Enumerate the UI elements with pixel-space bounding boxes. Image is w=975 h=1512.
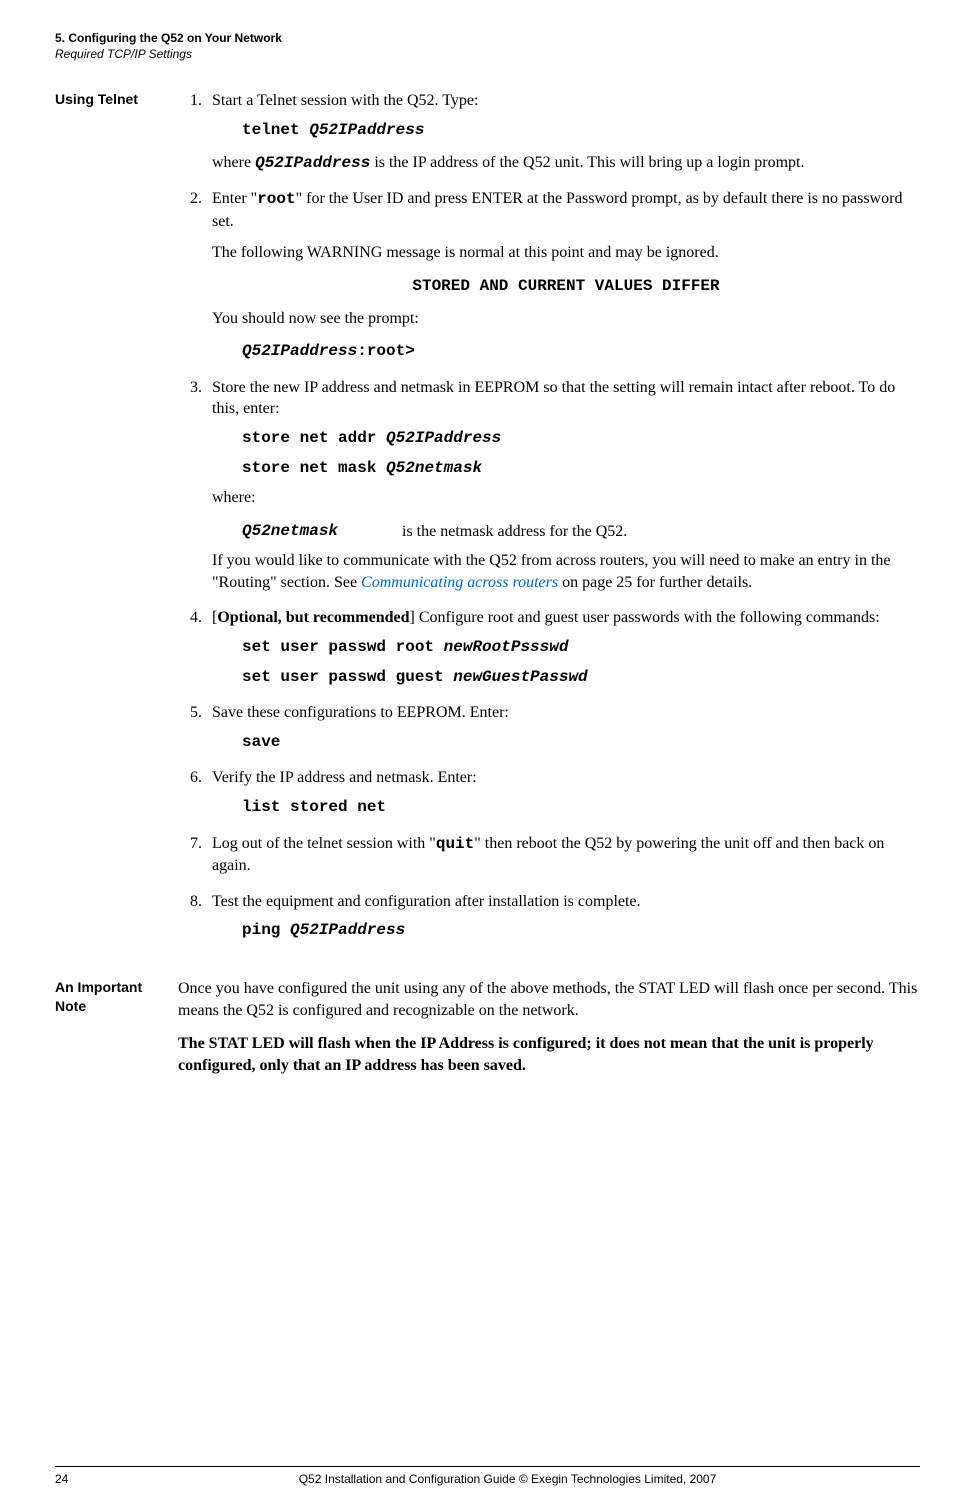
section-using-telnet: Using Telnet Start a Telnet session with… <box>55 90 920 956</box>
step4-cmd1: set user passwd root newRootPssswd <box>242 637 920 659</box>
step-3: Store the new IP address and netmask in … <box>206 377 920 594</box>
footer-text: Q52 Installation and Configuration Guide… <box>95 1471 920 1487</box>
step3-intro: Store the new IP address and netmask in … <box>212 379 895 418</box>
section-important-note: An Important Note Once you have configur… <box>55 978 920 1088</box>
header-title: 5. Configuring the Q52 on Your Network <box>55 30 920 46</box>
t: where <box>212 154 255 171</box>
t: newRootPssswd <box>444 638 569 656</box>
step-6: Verify the IP address and netmask. Enter… <box>206 767 920 818</box>
t: Q52IPaddress <box>290 921 405 939</box>
step3-def: Q52netmask is the netmask address for th… <box>242 521 920 543</box>
step8-cmd: ping Q52IPaddress <box>242 920 920 942</box>
cmd-arg: Q52IPaddress <box>309 121 424 139</box>
cross-reference-link[interactable]: Communicating across routers <box>361 574 558 591</box>
cmd-text: telnet <box>242 121 309 139</box>
step2-prompt: Q52IPaddress:root> <box>242 341 920 363</box>
t: Q52IPaddress <box>386 429 501 447</box>
step8-intro: Test the equipment and configuration aft… <box>212 893 641 910</box>
t: set user passwd guest <box>242 668 453 686</box>
t: ] Configure root and guest user password… <box>409 609 879 626</box>
step3-cmd1: store net addr Q52IPaddress <box>242 428 920 450</box>
t: on page 25 for further details. <box>558 574 752 591</box>
t: Optional, but recommended <box>217 609 409 626</box>
margin-label-using-telnet: Using Telnet <box>55 90 178 956</box>
t: Log out of the telnet session with " <box>212 835 436 852</box>
t: Q52IPaddress <box>242 342 357 360</box>
step6-cmd: list stored net <box>242 797 920 819</box>
t: " for the User ID and press ENTER at the… <box>212 190 902 230</box>
step3-cmd2: store net mask Q52netmask <box>242 458 920 480</box>
t: quit <box>436 835 474 853</box>
step2-warning-msg: STORED AND CURRENT VALUES DIFFER <box>212 276 920 298</box>
step5-intro: Save these configurations to EEPROM. Ent… <box>212 704 509 721</box>
def-desc: is the netmask address for the Q52. <box>402 521 920 543</box>
body-using-telnet: Start a Telnet session with the Q52. Typ… <box>178 90 920 956</box>
page-number: 24 <box>55 1471 95 1487</box>
t: set user passwd root <box>242 638 444 656</box>
margin-label-important-note: An Important Note <box>55 978 178 1088</box>
step1-intro: Start a Telnet session with the Q52. Typ… <box>212 92 478 109</box>
page-footer: 24 Q52 Installation and Configuration Gu… <box>55 1466 920 1487</box>
t: ping <box>242 921 290 939</box>
steps-list: Start a Telnet session with the Q52. Typ… <box>178 90 920 942</box>
t: Enter " <box>212 190 257 207</box>
step2-prompt-intro: You should now see the prompt: <box>212 308 920 330</box>
t: Q52IPaddress <box>255 154 370 172</box>
step3-where: where: <box>212 487 920 509</box>
step-1: Start a Telnet session with the Q52. Typ… <box>206 90 920 174</box>
t: store net addr <box>242 429 386 447</box>
t: :root> <box>357 342 415 360</box>
step-2: Enter "root" for the User ID and press E… <box>206 188 920 363</box>
t: newGuestPasswd <box>453 668 587 686</box>
def-term: Q52netmask <box>242 521 402 543</box>
step1-where: where Q52IPaddress is the IP address of … <box>212 152 920 175</box>
step3-routing: If you would like to communicate with th… <box>212 550 920 593</box>
step1-command: telnet Q52IPaddress <box>242 120 920 142</box>
body-important-note: Once you have configured the unit using … <box>178 978 920 1088</box>
step-7: Log out of the telnet session with "quit… <box>206 833 920 877</box>
step4-cmd2: set user passwd guest newGuestPasswd <box>242 667 920 689</box>
note-p1: Once you have configured the unit using … <box>178 978 920 1021</box>
t: store net mask <box>242 459 386 477</box>
step5-cmd: save <box>242 732 920 754</box>
step-8: Test the equipment and configuration aft… <box>206 891 920 942</box>
note-p2: The STAT LED will flash when the IP Addr… <box>178 1033 920 1076</box>
step-4: [Optional, but recommended] Configure ro… <box>206 607 920 688</box>
step-5: Save these configurations to EEPROM. Ent… <box>206 702 920 753</box>
step2-warning-intro: The following WARNING message is normal … <box>212 242 920 264</box>
t: Q52netmask <box>386 459 482 477</box>
header-subtitle: Required TCP/IP Settings <box>55 46 920 62</box>
running-header: 5. Configuring the Q52 on Your Network R… <box>55 30 920 62</box>
t: root <box>257 190 295 208</box>
step6-intro: Verify the IP address and netmask. Enter… <box>212 769 477 786</box>
t: is the IP address of the Q52 unit. This … <box>370 154 804 171</box>
